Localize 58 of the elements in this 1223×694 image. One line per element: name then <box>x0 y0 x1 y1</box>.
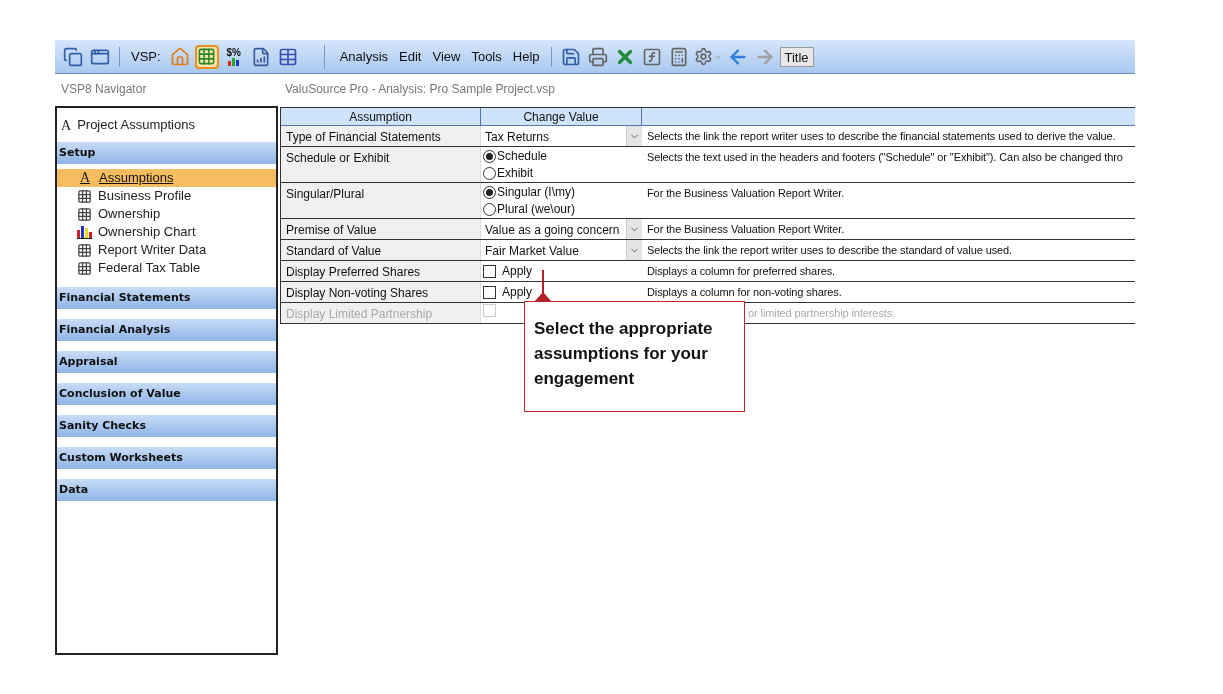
menu-item[interactable]: Analysis <box>335 46 393 67</box>
grid-icon <box>77 242 92 258</box>
navigator-title: VSP8 Navigator <box>60 81 148 98</box>
section-header[interactable]: Sanity Checks <box>57 415 276 437</box>
toolbar-label: VSP: <box>131 47 161 66</box>
grid-icon <box>77 260 92 276</box>
letter-icon: A <box>77 171 93 185</box>
menu-item[interactable]: Tools <box>467 46 506 67</box>
caret-icon <box>626 240 642 260</box>
navigator-item[interactable]: Ownership Chart <box>57 223 276 241</box>
navigator-item[interactable]: Report Writer Data <box>57 241 276 259</box>
radio-label: Exhibit <box>497 166 534 181</box>
checkbox[interactable] <box>483 264 496 278</box>
navigator-item[interactable]: Federal Tax Table <box>57 259 276 277</box>
table-cell: Display Preferred Shares <box>281 261 481 281</box>
section-header[interactable]: Appraisal <box>57 351 276 373</box>
navigator-item[interactable]: Ownership <box>57 205 276 223</box>
table-cell: Standard of Value <box>281 240 481 260</box>
table-cell: Type of Financial Statements <box>281 126 481 146</box>
navigator-item[interactable]: A Assumptions <box>57 169 276 187</box>
section-header[interactable]: Setup <box>57 142 276 164</box>
table-cell: Display Non-voting Shares <box>281 282 481 302</box>
chart-button[interactable]: $% <box>221 44 246 69</box>
radio-label: Plural (we\our) <box>497 202 576 217</box>
checkbox[interactable] <box>483 285 496 299</box>
section-header[interactable]: Financial Statements <box>57 287 276 309</box>
title-button[interactable]: Title <box>779 46 814 67</box>
checkbox-label: Apply <box>502 263 533 280</box>
section-header[interactable]: Conclusion of Value <box>57 383 276 405</box>
menu-item[interactable]: Help <box>508 46 544 67</box>
menu-item[interactable]: View <box>428 46 465 67</box>
table-cell: Schedule or Exhibit <box>281 147 481 182</box>
section-header[interactable]: Financial Analysis <box>57 319 276 341</box>
caret-icon <box>626 126 642 146</box>
navigator-item[interactable]: Business Profile <box>57 187 276 205</box>
section-header[interactable]: Data <box>57 479 276 501</box>
radio-button[interactable] <box>483 150 496 163</box>
callout: Select the appropriate assumptions for your engagement <box>524 301 745 412</box>
radio-label: Singular (I\my) <box>497 185 576 200</box>
menu-item[interactable]: Edit <box>395 46 426 67</box>
grid-icon <box>77 206 92 222</box>
radio-button[interactable] <box>483 186 496 199</box>
radio-label: Schedule <box>497 149 548 164</box>
caret-icon <box>626 219 642 239</box>
checkbox-label: Apply <box>502 284 533 301</box>
table-cell: Premise of Value <box>281 219 481 239</box>
letter-icon: A <box>61 114 72 136</box>
radio-button[interactable] <box>483 203 496 216</box>
section-header[interactable]: Custom Worksheets <box>57 447 276 469</box>
bar-chart-icon <box>77 225 92 239</box>
document-title: ValuSource Pro - Analysis: Pro Sample Project.vsp <box>284 81 555 98</box>
table-cell: Display Limited Partnership <box>281 303 481 323</box>
grid-icon[interactable] <box>194 44 219 69</box>
table-cell: Singular/Plural <box>281 183 481 218</box>
pointer-icon <box>535 292 551 301</box>
radio-button[interactable] <box>483 167 496 180</box>
navigator-header: Project Assumptions <box>77 116 195 135</box>
grid-icon <box>77 188 92 204</box>
